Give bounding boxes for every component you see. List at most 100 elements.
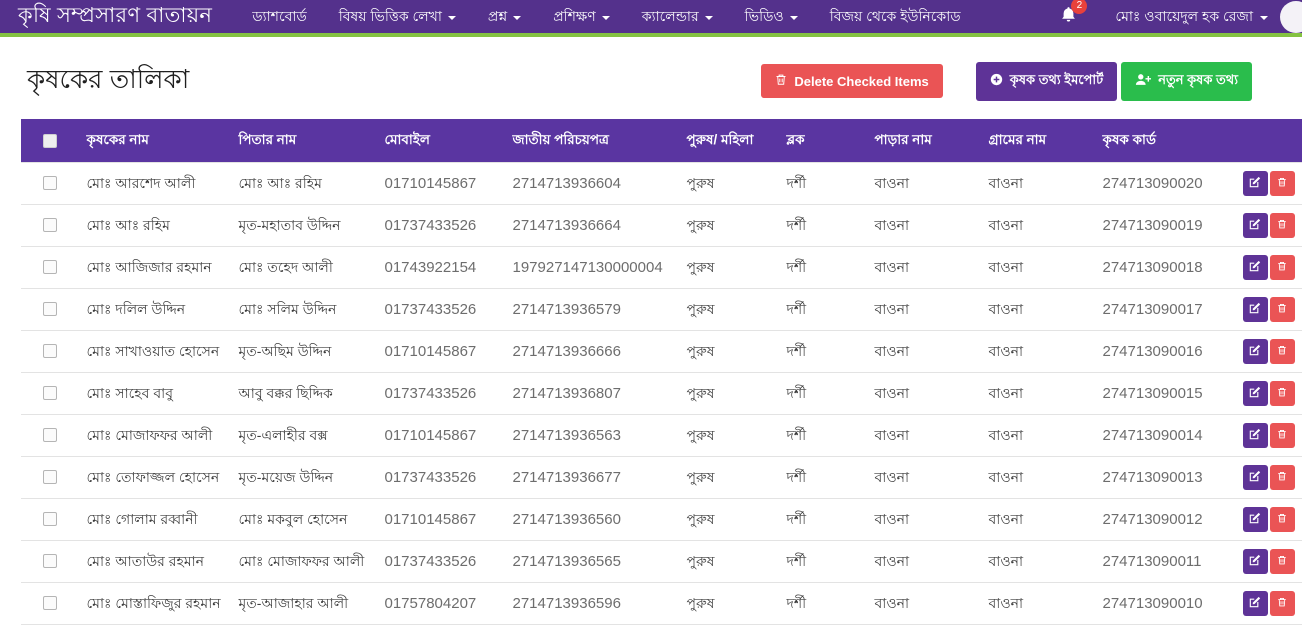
cell-block: দর্শী bbox=[779, 289, 867, 331]
column-header-2[interactable]: মোবাইল bbox=[377, 119, 505, 163]
edit-row-button[interactable] bbox=[1243, 507, 1268, 532]
row-checkbox[interactable] bbox=[43, 428, 57, 442]
edit-row-button[interactable] bbox=[1243, 549, 1268, 574]
cell-block: দর্শী bbox=[779, 247, 867, 289]
cell-mobile: 01757804207 bbox=[377, 583, 505, 625]
nav-item-2[interactable]: প্রশ্ন bbox=[472, 0, 537, 33]
cell-mobile: 01710145867 bbox=[377, 163, 505, 205]
select-all-checkbox[interactable] bbox=[43, 134, 57, 148]
cell-nid: 2714713936807 bbox=[505, 373, 679, 415]
cell-block: দর্শী bbox=[779, 163, 867, 205]
delete-row-button[interactable] bbox=[1270, 507, 1295, 532]
row-checkbox[interactable] bbox=[43, 302, 57, 316]
table-row: মোঃ আরশেদ আলীমোঃ আঃ রহিম0171014586727147… bbox=[21, 163, 1302, 205]
cell-block: দর্শী bbox=[779, 331, 867, 373]
edit-row-button[interactable] bbox=[1243, 465, 1268, 490]
brand-logo[interactable]: কৃষি সম্প্রসারণ বাতায়ন bbox=[18, 0, 212, 34]
cell-para: বাওনা bbox=[867, 163, 981, 205]
chevron-down-icon bbox=[513, 16, 521, 20]
row-checkbox[interactable] bbox=[43, 386, 57, 400]
cell-gender: পুরুষ bbox=[679, 247, 779, 289]
cell-card: 274713090016 bbox=[1095, 331, 1235, 373]
delete-row-button[interactable] bbox=[1270, 255, 1295, 280]
cell-nid: 2714713936664 bbox=[505, 205, 679, 247]
row-checkbox[interactable] bbox=[43, 470, 57, 484]
cell-para: বাওনা bbox=[867, 499, 981, 541]
nav-item-1[interactable]: বিষয় ভিত্তিক লেখা bbox=[323, 0, 472, 33]
nav-item-0[interactable]: ড্যাশবোর্ড bbox=[236, 0, 323, 33]
edit-icon bbox=[1249, 260, 1261, 275]
column-header-6[interactable]: পাড়ার নাম bbox=[867, 119, 981, 163]
cell-father: মোঃ মোজাফফর আলী bbox=[231, 541, 377, 583]
delete-row-button[interactable] bbox=[1270, 591, 1295, 616]
cell-block: দর্শী bbox=[779, 373, 867, 415]
import-farmer-button[interactable]: কৃষক তথ্য ইমপোর্ট bbox=[976, 62, 1117, 101]
cell-gender: পুরুষ bbox=[679, 205, 779, 247]
column-header-7[interactable]: গ্রামের নাম bbox=[981, 119, 1095, 163]
column-header-5[interactable]: ব্লক bbox=[779, 119, 867, 163]
avatar[interactable] bbox=[1280, 1, 1302, 33]
cell-para: বাওনা bbox=[867, 583, 981, 625]
nav-item-label: ভিডিও bbox=[745, 5, 784, 29]
nav-item-label: ক্যালেন্ডার bbox=[642, 5, 699, 29]
edit-row-button[interactable] bbox=[1243, 339, 1268, 364]
edit-icon bbox=[1249, 386, 1261, 401]
farmers-table-wrap: কৃষকের নামপিতার নামমোবাইলজাতীয় পরিচয়পত… bbox=[20, 119, 1302, 626]
nav-item-5[interactable]: ভিডিও bbox=[729, 0, 814, 33]
delete-row-button[interactable] bbox=[1270, 549, 1295, 574]
cell-para: বাওনা bbox=[867, 373, 981, 415]
row-actions-cell bbox=[1235, 457, 1302, 499]
delete-row-button[interactable] bbox=[1270, 213, 1295, 238]
cell-para: বাওনা bbox=[867, 415, 981, 457]
row-checkbox[interactable] bbox=[43, 218, 57, 232]
cell-village: বাওনা bbox=[981, 163, 1095, 205]
cell-name: মোঃ সাহেব বাবু bbox=[79, 373, 231, 415]
delete-row-button[interactable] bbox=[1270, 381, 1295, 406]
cell-card: 274713090014 bbox=[1095, 415, 1235, 457]
row-checkbox[interactable] bbox=[43, 554, 57, 568]
cell-father: মৃত-এলাহীর বক্স bbox=[231, 415, 377, 457]
table-row: মোঃ তোফাজ্জল হোসেনমৃত-ময়েজ উদ্দিন017374… bbox=[21, 457, 1302, 499]
table-row: মোঃ দলিল উদ্দিনমোঃ সলিম উদ্দিন0173743352… bbox=[21, 289, 1302, 331]
row-checkbox[interactable] bbox=[43, 176, 57, 190]
trash-icon bbox=[1277, 344, 1287, 359]
edit-row-button[interactable] bbox=[1243, 423, 1268, 448]
chevron-down-icon bbox=[448, 16, 456, 20]
column-header-0[interactable]: কৃষকের নাম bbox=[79, 119, 231, 163]
edit-row-button[interactable] bbox=[1243, 591, 1268, 616]
user-menu[interactable]: মোঃ ওবায়েদুল হক রেজা bbox=[1115, 5, 1268, 29]
row-checkbox[interactable] bbox=[43, 260, 57, 274]
row-checkbox[interactable] bbox=[43, 512, 57, 526]
new-farmer-button[interactable]: নতুন কৃষক তথ্য bbox=[1121, 62, 1252, 101]
nav-item-6[interactable]: বিজয় থেকে ইউনিকোড bbox=[814, 0, 977, 33]
edit-row-button[interactable] bbox=[1243, 381, 1268, 406]
edit-row-button[interactable] bbox=[1243, 297, 1268, 322]
delete-row-button[interactable] bbox=[1270, 339, 1295, 364]
column-header-3[interactable]: জাতীয় পরিচয়পত্র bbox=[505, 119, 679, 163]
cell-card: 274713090013 bbox=[1095, 457, 1235, 499]
row-checkbox[interactable] bbox=[43, 596, 57, 610]
row-checkbox[interactable] bbox=[43, 344, 57, 358]
row-actions-cell bbox=[1235, 289, 1302, 331]
import-farmer-label: কৃষক তথ্য ইমপোর্ট bbox=[1010, 71, 1103, 92]
edit-row-button[interactable] bbox=[1243, 171, 1268, 196]
nav-item-3[interactable]: প্রশিক্ষণ bbox=[537, 0, 626, 33]
trash-icon bbox=[1277, 470, 1287, 485]
cell-para: বাওনা bbox=[867, 289, 981, 331]
delete-row-button[interactable] bbox=[1270, 423, 1295, 448]
delete-row-button[interactable] bbox=[1270, 171, 1295, 196]
cell-father: মোঃ আঃ রহিম bbox=[231, 163, 377, 205]
delete-checked-button[interactable]: Delete Checked Items bbox=[761, 64, 942, 98]
delete-row-button[interactable] bbox=[1270, 465, 1295, 490]
notifications-button[interactable]: 2 bbox=[1060, 6, 1077, 28]
column-header-1[interactable]: পিতার নাম bbox=[231, 119, 377, 163]
cell-gender: পুরুষ bbox=[679, 583, 779, 625]
nav-item-4[interactable]: ক্যালেন্ডার bbox=[626, 0, 729, 33]
cell-village: বাওনা bbox=[981, 541, 1095, 583]
edit-row-button[interactable] bbox=[1243, 255, 1268, 280]
cell-para: বাওনা bbox=[867, 541, 981, 583]
column-header-4[interactable]: পুরুষ/ মহিলা bbox=[679, 119, 779, 163]
column-header-8[interactable]: কৃষক কার্ড bbox=[1095, 119, 1235, 163]
delete-row-button[interactable] bbox=[1270, 297, 1295, 322]
edit-row-button[interactable] bbox=[1243, 213, 1268, 238]
